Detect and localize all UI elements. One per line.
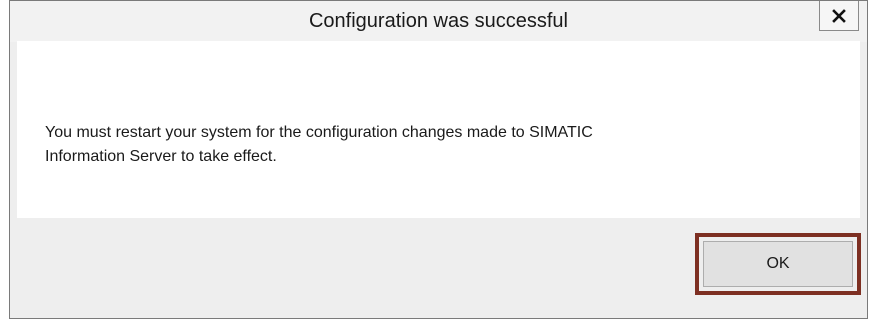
dialog-footer: OK: [17, 218, 861, 312]
ok-button[interactable]: OK: [703, 241, 853, 287]
dialog-titlebar: Configuration was successful: [10, 1, 867, 42]
dialog-title: Configuration was successful: [308, 10, 568, 32]
message-line-1: You must restart your system for the con…: [45, 124, 593, 141]
dialog-message: You must restart your system for the con…: [45, 121, 845, 169]
close-button[interactable]: [819, 1, 859, 31]
dialog-window: Configuration was successful You must re…: [9, 0, 868, 319]
dialog-content: You must restart your system for the con…: [17, 41, 860, 218]
ok-button-highlight: OK: [695, 233, 861, 295]
message-line-2: Information Server to take effect.: [45, 148, 277, 165]
close-icon: [832, 8, 846, 23]
